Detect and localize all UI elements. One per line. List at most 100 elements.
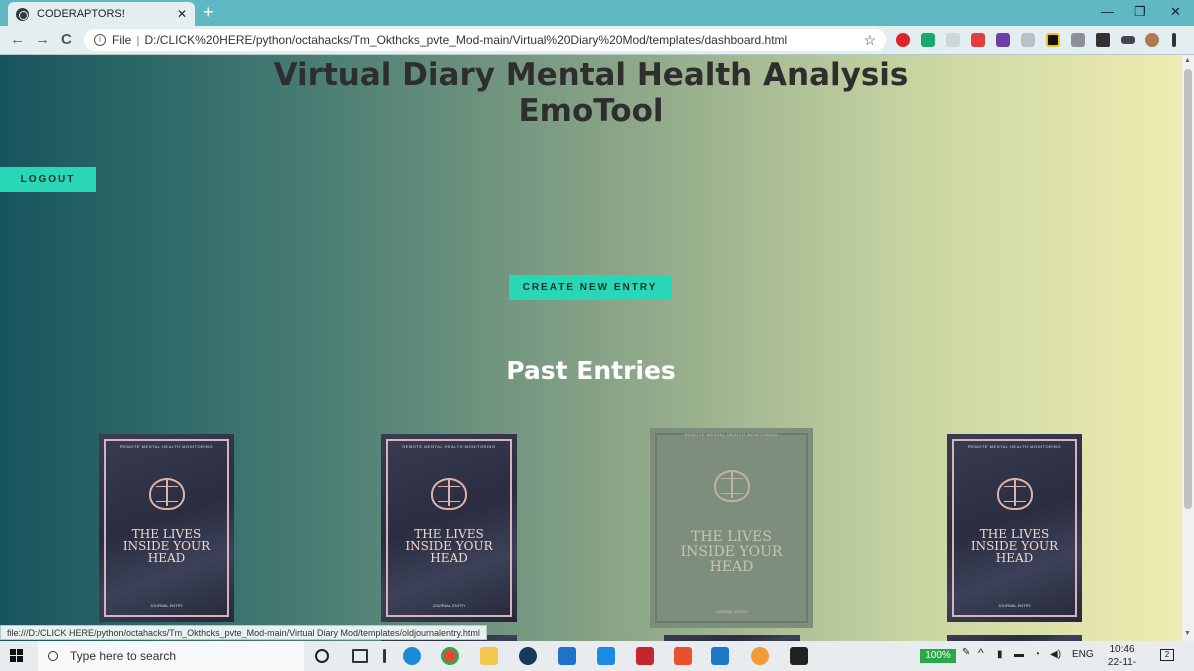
new-tab-button[interactable]: + <box>203 3 214 21</box>
wifi-icon[interactable]: ◔ <box>1034 649 1040 660</box>
cover-title-line: HEAD <box>709 559 754 575</box>
battery-tray-icon[interactable]: ▬ <box>1014 649 1024 660</box>
browser-tab[interactable]: CODERAPTORS! ✕ <box>8 2 195 26</box>
tab-title: CODERAPTORS! <box>37 8 125 20</box>
profile-avatar[interactable] <box>1145 33 1159 47</box>
tp-extension-icon[interactable] <box>971 33 985 47</box>
cover-subtitle: REMOTE MENTAL HEALTH MONITORING <box>684 432 779 437</box>
cover-title-line: HEAD <box>430 551 468 565</box>
taskbar-clock[interactable]: 10:46 22-11-2020 <box>1100 643 1144 671</box>
url-text: D:/CLICK%20HERE/python/octahacks/Tm_Okth… <box>144 33 788 47</box>
l-app-icon[interactable] <box>597 647 615 665</box>
brain-icon <box>431 478 467 510</box>
bookmark-star-icon[interactable]: ☆ <box>863 32 876 49</box>
scroll-up-icon[interactable]: ▲ <box>1184 57 1191 64</box>
cover-footer: JOURNAL ENTRY <box>997 603 1032 608</box>
chrome-icon[interactable] <box>441 647 459 665</box>
terminal-icon[interactable] <box>790 647 808 665</box>
puzzle-icon[interactable] <box>1096 33 1110 47</box>
taskbar-search-placeholder: Type here to search <box>70 649 177 663</box>
url-separator: | <box>136 33 140 47</box>
scrollbar-thumb[interactable] <box>1184 69 1192 509</box>
cover-subtitle: REMOTE MENTAL HEALTH MONITORING <box>402 444 496 449</box>
cover-title-line: INSIDE YOUR <box>680 544 783 560</box>
shield-extension-icon[interactable] <box>1071 33 1085 47</box>
windows-start-icon[interactable] <box>10 649 24 663</box>
language-indicator[interactable]: ENG <box>1072 649 1094 660</box>
bag-extension-icon[interactable] <box>996 33 1010 47</box>
brain-icon <box>996 478 1033 510</box>
cover-footer: JOURNAL ENTRY <box>714 609 749 614</box>
journal-entry-card[interactable]: REMOTE MENTAL HEALTH MONITORING THE LIVE… <box>99 434 234 622</box>
window-close-button[interactable]: ✕ <box>1170 4 1181 20</box>
journal-entry-card[interactable]: REMOTE MENTAL HEALTH MONITORING THE LIVE… <box>381 434 517 622</box>
url-scheme: File <box>112 33 132 47</box>
browser-tab-bar: CODERAPTORS! ✕ + — ❐ ✕ <box>0 0 1194 26</box>
past-entries-heading: Past Entries <box>506 356 676 385</box>
brain-icon <box>148 478 185 510</box>
office-icon[interactable] <box>674 647 692 665</box>
jupyter-icon[interactable] <box>751 647 769 665</box>
calendar-extension-icon[interactable] <box>921 33 935 47</box>
cover-title: THE LIVES INSIDE YOUR HEAD <box>947 528 1082 564</box>
cortana-icon[interactable] <box>315 649 329 663</box>
task-view-icon[interactable] <box>352 649 368 663</box>
window-restore-button[interactable]: ❐ <box>1134 4 1146 20</box>
notification-icon[interactable]: 2 <box>1160 649 1174 661</box>
cover-subtitle: REMOTE MENTAL HEALTH MONITORING <box>119 444 214 449</box>
cover-title: THE LIVES INSIDE YOUR HEAD <box>99 528 234 564</box>
page-title-line2: EmoTool <box>518 93 664 129</box>
taskbar-divider-icon <box>383 649 386 663</box>
page-scrollbar[interactable]: ▲ ▼ <box>1182 55 1194 641</box>
menu-kebab-icon[interactable] <box>1172 33 1176 47</box>
reading-list-icon[interactable] <box>1121 36 1135 44</box>
dashboard-page: Virtual Diary Mental Health Analysis Emo… <box>0 55 1182 641</box>
logout-button[interactable]: LOGOUT <box>0 167 96 192</box>
cover-frame <box>655 433 808 623</box>
volume-icon[interactable]: ◀) <box>1050 649 1061 660</box>
mcafee-icon[interactable] <box>636 647 654 665</box>
cover-footer: JOURNAL ENTRY <box>432 603 466 608</box>
taskbar-search-box[interactable]: Type here to search <box>38 641 304 671</box>
url-input[interactable]: i File | D:/CLICK%20HERE/python/octahack… <box>84 29 886 51</box>
page-title-line1: Virtual Diary Mental Health Analysis <box>273 57 909 93</box>
info-icon[interactable]: i <box>94 34 106 46</box>
file-explorer-icon[interactable] <box>480 647 498 665</box>
journal-entry-card-hovered[interactable]: REMOTE MENTAL HEALTH MONITORING THE LIVE… <box>650 428 813 628</box>
clock-time: 10:46 <box>1109 644 1135 655</box>
mail-icon[interactable] <box>558 647 576 665</box>
search-icon <box>48 651 58 661</box>
cover-title: THE LIVES INSIDE YOUR HEAD <box>650 530 813 575</box>
window-minimize-button[interactable]: — <box>1101 4 1114 19</box>
vscode-icon[interactable] <box>711 647 729 665</box>
back-button[interactable]: ← <box>10 31 25 48</box>
tab-close-icon[interactable]: ✕ <box>177 7 187 21</box>
clipboard-extension-icon[interactable] <box>1021 33 1035 47</box>
cover-title-line: THE LIVES <box>691 529 772 545</box>
forward-button[interactable]: → <box>35 31 50 48</box>
pen-icon[interactable]: ✎ <box>962 647 970 658</box>
steam-icon[interactable] <box>519 647 537 665</box>
chevron-up-icon[interactable]: ^ <box>978 646 984 660</box>
globe-icon <box>16 7 29 21</box>
brain-icon <box>713 470 750 502</box>
scroll-down-icon[interactable]: ▼ <box>1184 630 1191 637</box>
microphone-icon[interactable]: ▮ <box>997 649 1003 660</box>
link-status-bar: file:///D:/CLICK HERE/python/octahacks/T… <box>0 625 487 640</box>
reload-button[interactable]: C <box>61 31 72 48</box>
address-bar-row: ← → C i File | D:/CLICK%20HERE/python/oc… <box>0 26 1194 55</box>
w-extension-icon[interactable] <box>1046 33 1060 47</box>
battery-indicator[interactable]: 100% <box>920 649 956 663</box>
clock-date: 22-11-2020 <box>1107 657 1137 671</box>
opera-extension-icon[interactable] <box>896 33 910 47</box>
cover-title-line: HEAD <box>995 551 1034 565</box>
journal-entry-card[interactable]: REMOTE MENTAL HEALTH MONITORING THE LIVE… <box>947 434 1082 622</box>
windows-taskbar: Type here to search ✎ ^ ▮ ▬ ◔ ◀) ENG 2 <box>0 641 1194 671</box>
page-title: Virtual Diary Mental Health Analysis Emo… <box>0 57 1182 129</box>
cover-subtitle: REMOTE MENTAL HEALTH MONITORING <box>967 444 1062 449</box>
cover-title-line: HEAD <box>147 551 186 565</box>
create-new-entry-button[interactable]: CREATE NEW ENTRY <box>509 275 671 300</box>
cover-footer: JOURNAL ENTRY <box>149 603 184 608</box>
edge-icon[interactable] <box>403 647 421 665</box>
disabled-extension-icon[interactable] <box>946 33 960 47</box>
